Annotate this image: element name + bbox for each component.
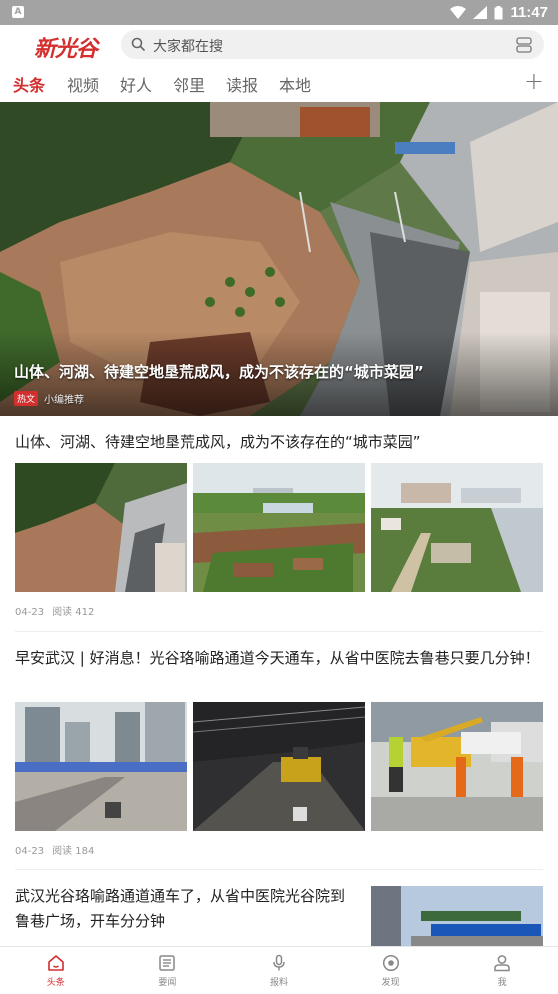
article-item[interactable]: 武汉光谷珞喻路通道通车了，从省中医院光谷院到鲁巷广场，开车分分钟 <box>0 870 558 946</box>
battery-icon <box>494 5 503 19</box>
article-thumbnail <box>15 463 187 592</box>
bottom-navigation: 头条 要闻 报料 发现 我 <box>0 946 558 994</box>
tab-toutiao[interactable]: 头条 <box>13 72 45 96</box>
article-item[interactable]: 早安武汉 | 好消息！光谷珞喻路通道今天通车，从省中医院去鲁巷只要几分钟！ 04… <box>0 632 558 869</box>
nav-news[interactable]: 要闻 <box>112 947 224 994</box>
hot-article-badge: 热文 <box>14 391 39 406</box>
article-item[interactable]: 山体、河湖、待建空地垦荒成风，成为不该存在的“城市菜园” 04-23 阅读 41… <box>0 416 558 631</box>
app-header: 新光谷 大家都在搜 <box>0 25 558 65</box>
status-time: 11:47 <box>510 4 548 21</box>
search-placeholder: 大家都在搜 <box>153 39 223 55</box>
tab-video[interactable]: 视频 <box>67 72 99 96</box>
nav-label: 要闻 <box>158 978 177 988</box>
nav-label: 发现 <box>381 978 400 988</box>
article-reads: 阅读 184 <box>52 846 95 857</box>
nav-label: 报料 <box>269 978 288 988</box>
tab-neighborhood[interactable]: 邻里 <box>173 72 205 96</box>
hero-source: 小编推荐 <box>44 395 84 406</box>
article-title: 早安武汉 | 好消息！光谷珞喻路通道今天通车，从省中医院去鲁巷只要几分钟！ <box>15 649 540 667</box>
search-icon <box>131 37 146 52</box>
signal-icon <box>473 6 488 19</box>
search-bar[interactable]: 大家都在搜 <box>121 30 544 59</box>
home-icon <box>47 955 64 971</box>
nav-report[interactable]: 报料 <box>223 947 335 994</box>
article-thumbnail <box>371 886 543 946</box>
article-thumbnail <box>371 463 543 592</box>
tab-good-people[interactable]: 好人 <box>120 72 152 96</box>
article-meta: 04-23 阅读 412 <box>15 603 94 618</box>
article-date: 04-23 <box>15 607 45 618</box>
article-thumbnail <box>193 702 365 831</box>
newspaper-icon <box>159 955 176 971</box>
article-thumbnail <box>15 702 187 831</box>
article-thumbnail <box>371 702 543 831</box>
app-logo[interactable]: 新光谷 <box>34 31 98 63</box>
tab-local[interactable]: 本地 <box>279 72 311 96</box>
nav-discover[interactable]: 发现 <box>335 947 447 994</box>
tab-newspaper[interactable]: 读报 <box>226 72 258 96</box>
wifi-icon <box>450 6 467 19</box>
microphone-icon <box>273 954 285 971</box>
article-title: 山体、河湖、待建空地垦荒成风，成为不该存在的“城市菜园” <box>15 433 421 451</box>
article-date: 04-23 <box>15 846 45 857</box>
discover-icon <box>382 954 399 972</box>
channel-tabs: 头条 视频 好人 邻里 读报 本地 + <box>0 65 558 102</box>
status-bar: A 11:47 <box>0 0 558 25</box>
app-notification-icon: A <box>12 6 24 18</box>
person-icon <box>494 955 510 972</box>
add-channel-button[interactable]: + <box>524 67 544 95</box>
scan-icon[interactable] <box>516 37 532 53</box>
article-thumbnail <box>193 463 365 592</box>
hero-title: 山体、河湖、待建空地垦荒成风，成为不该存在的“城市菜园” <box>14 363 424 381</box>
article-thumbnails <box>15 702 543 831</box>
nav-me[interactable]: 我 <box>446 947 558 994</box>
article-reads: 阅读 412 <box>52 607 95 618</box>
nav-label: 头条 <box>46 978 65 988</box>
article-meta: 04-23 阅读 184 <box>15 842 94 857</box>
nav-home[interactable]: 头条 <box>0 947 112 994</box>
article-thumbnails <box>15 463 543 592</box>
nav-label: 我 <box>497 978 507 988</box>
article-title: 武汉光谷珞喻路通道通车了，从省中医院光谷院到鲁巷广场，开车分分钟 <box>15 887 346 930</box>
hero-banner[interactable]: 山体、河湖、待建空地垦荒成风，成为不该存在的“城市菜园” 热文 小编推荐 <box>0 102 558 416</box>
